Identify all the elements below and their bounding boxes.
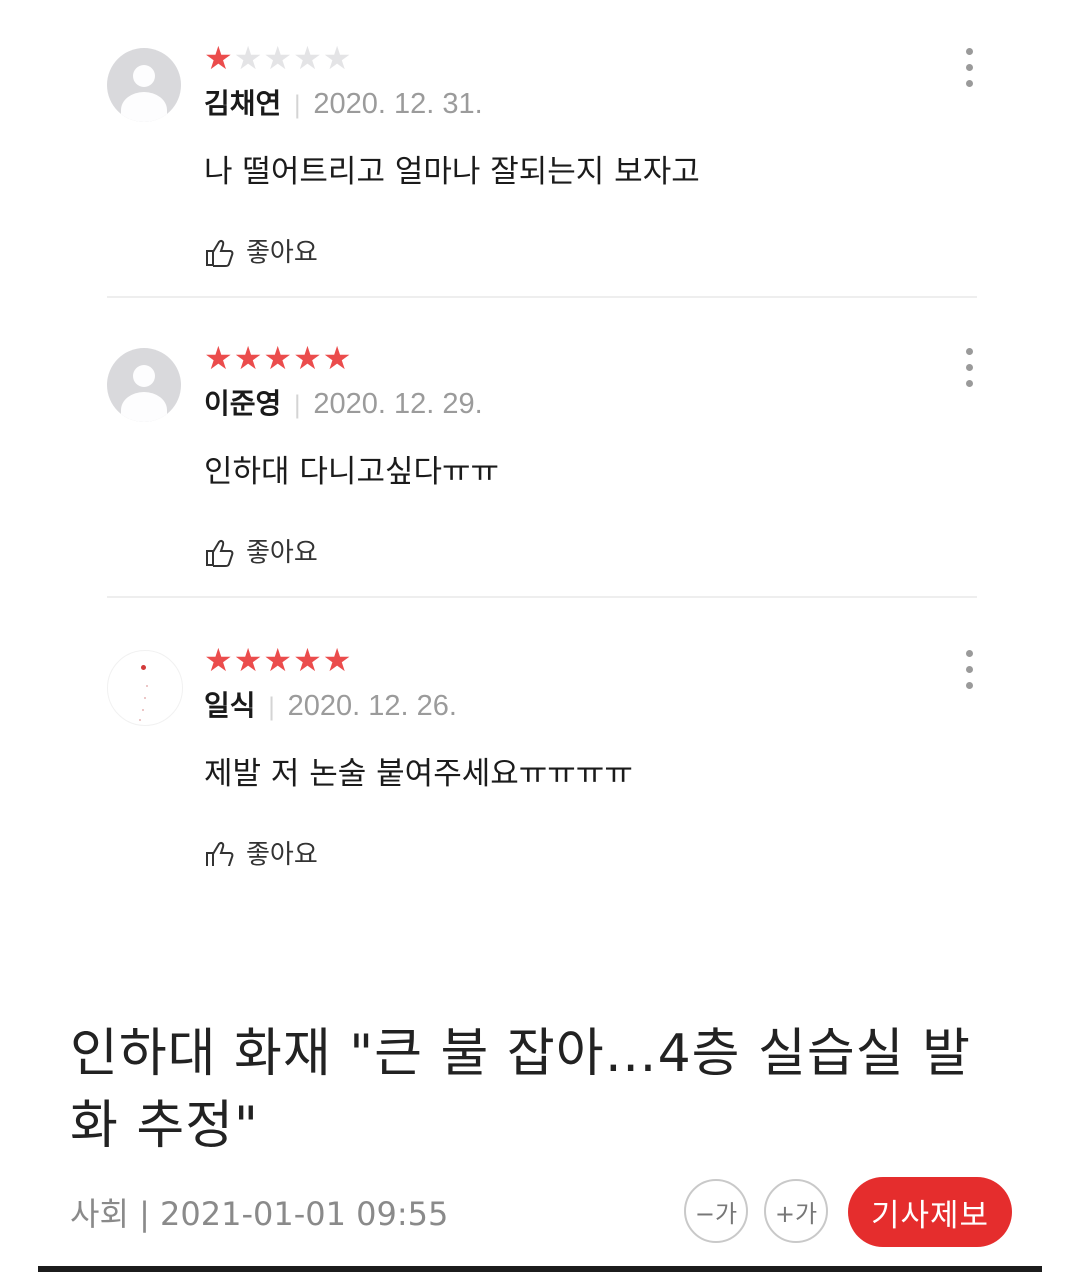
review-date: 2020. 12. 26. bbox=[287, 690, 457, 722]
star-icon: ★ bbox=[293, 339, 323, 377]
bottom-bar bbox=[38, 1266, 1042, 1272]
more-options-icon[interactable] bbox=[959, 348, 979, 392]
reviewer-name: 일식 bbox=[204, 689, 256, 722]
article-info: 사회 | 2021-01-01 09:55 bbox=[70, 1194, 448, 1234]
thumbs-up-icon bbox=[206, 240, 234, 267]
review-list: ★★★★★ 김채연 | 2020. 12. 31. 나 떨어트리고 얼마나 잘되는지… bbox=[0, 0, 1080, 866]
divider bbox=[107, 596, 977, 598]
reviewer-name: 김채연 bbox=[204, 87, 282, 120]
article-datetime: 2021-01-01 09:55 bbox=[160, 1195, 449, 1233]
report-news-button[interactable]: 기사제보 bbox=[848, 1177, 1012, 1247]
star-icon: ★ bbox=[233, 39, 264, 77]
more-options-icon[interactable] bbox=[959, 48, 979, 92]
info-separator: | bbox=[139, 1195, 150, 1233]
review-text: 나 떨어트리고 얼마나 잘되는지 보자고 bbox=[204, 154, 700, 190]
reviewer-name: 이준영 bbox=[204, 387, 282, 420]
like-button[interactable]: 좋아요 bbox=[204, 538, 318, 568]
review-text: 인하대 다니고싶다ㅠㅠ bbox=[204, 454, 500, 490]
thumbs-up-icon bbox=[206, 842, 234, 866]
divider bbox=[107, 296, 977, 298]
star-icon: ★ bbox=[204, 339, 234, 377]
meta-separator: | bbox=[293, 91, 302, 119]
review-meta: 김채연 | 2020. 12. 31. bbox=[204, 86, 483, 123]
meta-separator: | bbox=[293, 391, 302, 419]
star-icon: ★ bbox=[233, 339, 264, 377]
more-options-icon[interactable] bbox=[959, 650, 979, 694]
review-meta: 이준영 | 2020. 12. 29. bbox=[204, 386, 483, 423]
star-icon: ★ bbox=[263, 339, 294, 377]
review-meta: 일식 | 2020. 12. 26. bbox=[204, 688, 457, 725]
like-button[interactable]: 좋아요 bbox=[204, 238, 318, 268]
star-icon: ★ bbox=[204, 39, 234, 77]
like-label: 좋아요 bbox=[246, 238, 318, 268]
star-icon: ★ bbox=[322, 339, 353, 377]
star-icon: ★ bbox=[293, 641, 323, 679]
review-date: 2020. 12. 29. bbox=[313, 388, 483, 420]
like-label: 좋아요 bbox=[246, 840, 318, 866]
star-icon: ★ bbox=[233, 641, 264, 679]
like-label: 좋아요 bbox=[246, 538, 318, 568]
avatar bbox=[107, 348, 181, 422]
star-icon: ★ bbox=[322, 39, 353, 77]
avatar bbox=[107, 48, 181, 122]
thumbs-up-icon bbox=[206, 540, 234, 567]
star-icon: ★ bbox=[293, 39, 323, 77]
star-icon: ★ bbox=[263, 39, 294, 77]
star-icon: ★ bbox=[204, 641, 234, 679]
font-increase-button[interactable]: +가 bbox=[764, 1179, 828, 1243]
article-headline: 인하대 화재 "큰 불 잡아…4층 실습실 발화 추정" bbox=[70, 1024, 971, 1156]
font-decrease-button[interactable]: −가 bbox=[684, 1179, 748, 1243]
star-icon: ★ bbox=[322, 641, 353, 679]
like-button[interactable]: 좋아요 bbox=[204, 840, 318, 866]
review-date: 2020. 12. 31. bbox=[313, 88, 483, 120]
star-icon: ★ bbox=[263, 641, 294, 679]
review-text: 제발 저 논술 붙여주세요ㅠㅠㅠㅠ bbox=[204, 756, 633, 792]
star-rating: ★★★★★ bbox=[204, 642, 352, 678]
star-rating: ★★★★★ bbox=[204, 340, 352, 376]
star-rating: ★★★★★ bbox=[204, 40, 352, 76]
article-section: 사회 bbox=[70, 1195, 129, 1233]
avatar bbox=[107, 650, 183, 726]
meta-separator: | bbox=[267, 693, 276, 721]
